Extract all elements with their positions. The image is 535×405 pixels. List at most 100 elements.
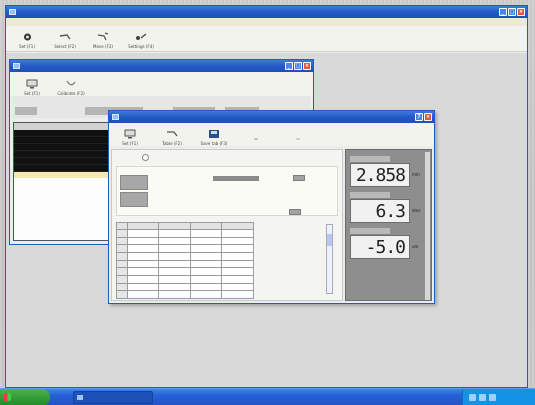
readout-panel-scrollbar[interactable] [425, 152, 430, 300]
table-row[interactable] [116, 274, 254, 284]
toolbar-select-label: Select (F2) [54, 44, 76, 49]
measure-extra-button[interactable] [281, 125, 315, 147]
measurement-window-titlebar[interactable]: ? × [109, 111, 434, 123]
security-icon[interactable] [489, 394, 496, 401]
list-window-icon [13, 63, 20, 69]
measurement-settings-panel [111, 149, 343, 301]
minimize-icon[interactable]: _ [499, 8, 507, 16]
close-icon[interactable]: × [424, 113, 432, 121]
toolbar-move-label: Move (F3) [93, 44, 113, 49]
device-option-button[interactable] [293, 175, 305, 181]
instrument-table-header [14, 123, 112, 130]
acquisition-radio[interactable] [142, 154, 149, 161]
device-browse-button[interactable] [289, 209, 301, 215]
readout-display: -5.0 um [350, 228, 425, 261]
taskbar [0, 388, 535, 405]
toolbar-set-button[interactable]: Set (F1) [10, 28, 44, 50]
table-row[interactable] [116, 251, 254, 261]
device-info-box [116, 166, 338, 216]
measure-save-label: Save tab (F3) [200, 141, 228, 146]
table-row[interactable] [116, 282, 254, 292]
readout-label [350, 228, 390, 235]
maximize-icon[interactable]: □ [508, 8, 516, 16]
list-window-controls: _ □ × [285, 62, 311, 70]
device-info-field [213, 176, 259, 181]
gear-icon [21, 32, 33, 42]
acquisition-option[interactable] [142, 154, 153, 161]
table-scrollbar[interactable] [326, 224, 333, 294]
readout-value: 2.858 [350, 163, 410, 187]
measure-table-label: Table (F2) [162, 141, 182, 146]
toolbar-move-button[interactable]: Move (F3) [86, 28, 120, 50]
close-icon[interactable]: × [303, 62, 311, 70]
volume-icon[interactable] [479, 394, 486, 401]
column-header-channel [189, 222, 223, 230]
list-window-titlebar[interactable]: _ □ × [10, 60, 313, 72]
toolbar-settings-button[interactable]: Settings (F4) [124, 28, 158, 50]
readout-unit: dms [412, 208, 421, 213]
measure-save-button[interactable]: Save tab (F3) [197, 125, 231, 147]
table-row[interactable] [116, 267, 254, 276]
column-header-time [126, 222, 160, 230]
close-icon[interactable]: × [517, 8, 525, 16]
measure-set-label: Set (F1) [122, 141, 138, 146]
select-icon [59, 32, 71, 42]
measure-set-button[interactable]: Set (F1) [113, 125, 147, 147]
toolbar-select-button[interactable]: Select (F2) [48, 28, 82, 50]
column-header-channel [221, 222, 254, 230]
calibrate-icon [65, 79, 77, 89]
readout-unit: mm [412, 172, 420, 177]
start-button[interactable] [0, 389, 50, 405]
instrument-table [13, 122, 113, 241]
device-side-button[interactable] [120, 175, 148, 190]
measure-table-button[interactable]: Table (F2) [155, 125, 189, 147]
filter-chip[interactable] [15, 107, 37, 115]
table-row[interactable] [116, 236, 254, 246]
taskbar-app-item[interactable] [73, 391, 153, 404]
toolbar-set-label: Set (F1) [19, 44, 35, 49]
table-row[interactable] [116, 229, 254, 238]
device-side-button[interactable] [120, 192, 148, 207]
measurement-data-table [116, 222, 254, 299]
measurement-toolbar: Set (F1) Table (F2) Save tab (F3) [109, 123, 434, 146]
list-calibrate-button[interactable]: Calibrate (F2) [54, 75, 88, 97]
measurement-window-icon [112, 114, 119, 120]
instrument-row[interactable] [14, 137, 112, 144]
readout-value: -5.0 [350, 235, 410, 259]
measurement-window-controls: ? × [415, 113, 432, 121]
main-window-titlebar[interactable]: _ □ × [6, 6, 527, 18]
table-row[interactable] [116, 259, 254, 269]
toolbar-settings-label: Settings (F4) [128, 44, 154, 49]
column-header-index [116, 222, 128, 230]
maximize-icon[interactable]: □ [294, 62, 302, 70]
computer-icon [124, 129, 136, 139]
main-toolbar: Set (F1) Select (F2) Move (F3) Settings … [6, 26, 527, 52]
list-toolbar: Set (F1) Calibrate (F2) [10, 72, 313, 96]
move-icon [97, 32, 109, 42]
column-header-channel [158, 222, 191, 230]
table-row[interactable] [116, 290, 254, 299]
network-icon[interactable] [469, 394, 476, 401]
table-icon [166, 129, 178, 139]
scrollbar-thumb[interactable] [327, 234, 332, 246]
help-icon[interactable]: ? [415, 113, 423, 121]
list-set-button[interactable]: Set (F1) [15, 75, 49, 97]
table-row[interactable] [116, 244, 254, 253]
measure-extra-button[interactable] [239, 125, 273, 147]
computer-icon [26, 79, 38, 89]
readout-display: 2.858 mm [350, 156, 425, 189]
arrow-icon [292, 134, 304, 144]
instrument-row[interactable] [14, 165, 112, 172]
instrument-row[interactable] [14, 151, 112, 158]
instrument-table-empty-area [14, 178, 112, 240]
application-icon [9, 9, 16, 15]
instrument-row[interactable] [14, 158, 112, 165]
main-window-controls: _ □ × [499, 8, 525, 16]
instrument-row[interactable] [14, 144, 112, 151]
measurement-window: ? × Set (F1) Table (F2) Save tab (F3) 2.… [108, 110, 435, 304]
readout-value: 6.3 [350, 199, 410, 223]
minimize-icon[interactable]: _ [285, 62, 293, 70]
readout-label [350, 156, 390, 163]
instrument-row[interactable] [14, 130, 112, 137]
windows-logo-icon [4, 393, 11, 401]
